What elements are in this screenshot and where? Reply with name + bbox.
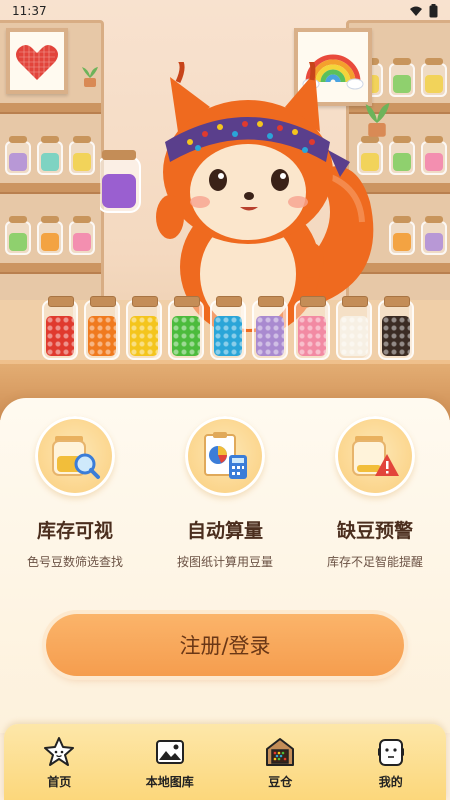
- shelf-jar: [37, 136, 63, 175]
- bead-jar: [210, 296, 246, 360]
- shelf-jar: [37, 216, 63, 255]
- feature-list: 库存可视 色号豆数筛选查找 自动算量 按图纸计算用豆量 缺豆预警 库存不足智能提…: [0, 416, 450, 570]
- bead-fill: [214, 315, 242, 356]
- feature-auto-calc[interactable]: 自动算量 按图纸计算用豆量: [150, 416, 300, 570]
- bead-jar: [42, 296, 78, 360]
- profile-icon: [377, 739, 404, 766]
- bead-jar: [126, 296, 162, 360]
- status-icons: [409, 4, 438, 18]
- bead-jar: [294, 296, 330, 360]
- feature-card: 库存可视 色号豆数筛选查找 自动算量 按图纸计算用豆量 缺豆预警 库存不足智能提…: [0, 398, 450, 733]
- heart-picture-frame: [6, 28, 68, 94]
- feature-desc: 按图纸计算用豆量: [176, 555, 273, 569]
- chart-calculator-icon: [185, 416, 265, 496]
- pixel-heart-icon: [10, 32, 64, 90]
- shelf-jar: [5, 216, 31, 255]
- shelf-jar: [421, 216, 447, 255]
- feature-desc: 色号豆数筛选查找: [26, 555, 123, 569]
- bead-fill: [340, 315, 368, 356]
- tab-profile[interactable]: 我的: [336, 724, 447, 800]
- shelf-board: [0, 183, 101, 192]
- tab-local-gallery[interactable]: 本地图库: [115, 724, 226, 800]
- shelf-jar: [389, 136, 415, 175]
- tab-label: 我的: [378, 775, 403, 789]
- shelf-jar: [421, 136, 447, 175]
- squirrel-mascot: [100, 62, 374, 332]
- bead-fill: [46, 315, 74, 356]
- bead-fill: [172, 315, 200, 356]
- bead-fill: [382, 315, 410, 356]
- bead-fill: [298, 315, 326, 356]
- feature-title: 缺豆预警: [336, 520, 413, 542]
- bead-jar: [336, 296, 372, 360]
- battery-icon: [429, 4, 438, 18]
- shelf-jar: [389, 58, 415, 97]
- bead-jar: [252, 296, 288, 360]
- shelf-jar: [389, 216, 415, 255]
- feature-title: 库存可视: [36, 520, 113, 542]
- jar-warning-icon: [335, 416, 415, 496]
- tab-label: 本地图库: [145, 775, 194, 789]
- bead-fill: [130, 315, 158, 356]
- shelf-jar: [69, 216, 95, 255]
- bead-jar: [84, 296, 120, 360]
- bottom-tab-bar: 首页 本地图库 豆仓 我的: [4, 724, 446, 800]
- bead-jar: [378, 296, 414, 360]
- hero-illustration: 11:37: [0, 0, 450, 420]
- shelf-board: [0, 263, 101, 272]
- feature-title: 自动算量: [186, 520, 263, 542]
- shelf-board: [0, 103, 101, 112]
- tab-home[interactable]: 首页: [4, 724, 115, 800]
- shelf-jar: [5, 136, 31, 175]
- jar-search-icon: [35, 416, 115, 496]
- wifi-icon: [410, 6, 422, 16]
- bead-jar: [168, 296, 204, 360]
- star-mascot-icon: [44, 737, 75, 766]
- gallery-icon: [155, 740, 184, 764]
- bead-jar-row: [42, 296, 422, 362]
- warehouse-icon: [266, 738, 295, 766]
- feature-shortage-alert[interactable]: 缺豆预警 库存不足智能提醒: [300, 416, 450, 570]
- feature-inventory[interactable]: 库存可视 色号豆数筛选查找: [0, 416, 150, 570]
- status-time: 11:37: [12, 4, 47, 18]
- tab-label: 豆仓: [268, 775, 293, 789]
- plant-icon: [82, 67, 98, 87]
- bead-fill: [256, 315, 284, 356]
- tab-label: 首页: [47, 775, 72, 789]
- bead-fill: [88, 315, 116, 356]
- feature-desc: 库存不足智能提醒: [326, 555, 423, 569]
- tab-bean-warehouse[interactable]: 豆仓: [225, 724, 336, 800]
- register-login-button[interactable]: 注册/登录: [46, 614, 404, 676]
- shelf-jar: [421, 58, 447, 97]
- status-bar: 11:37: [0, 0, 450, 22]
- shelf-jar: [69, 136, 95, 175]
